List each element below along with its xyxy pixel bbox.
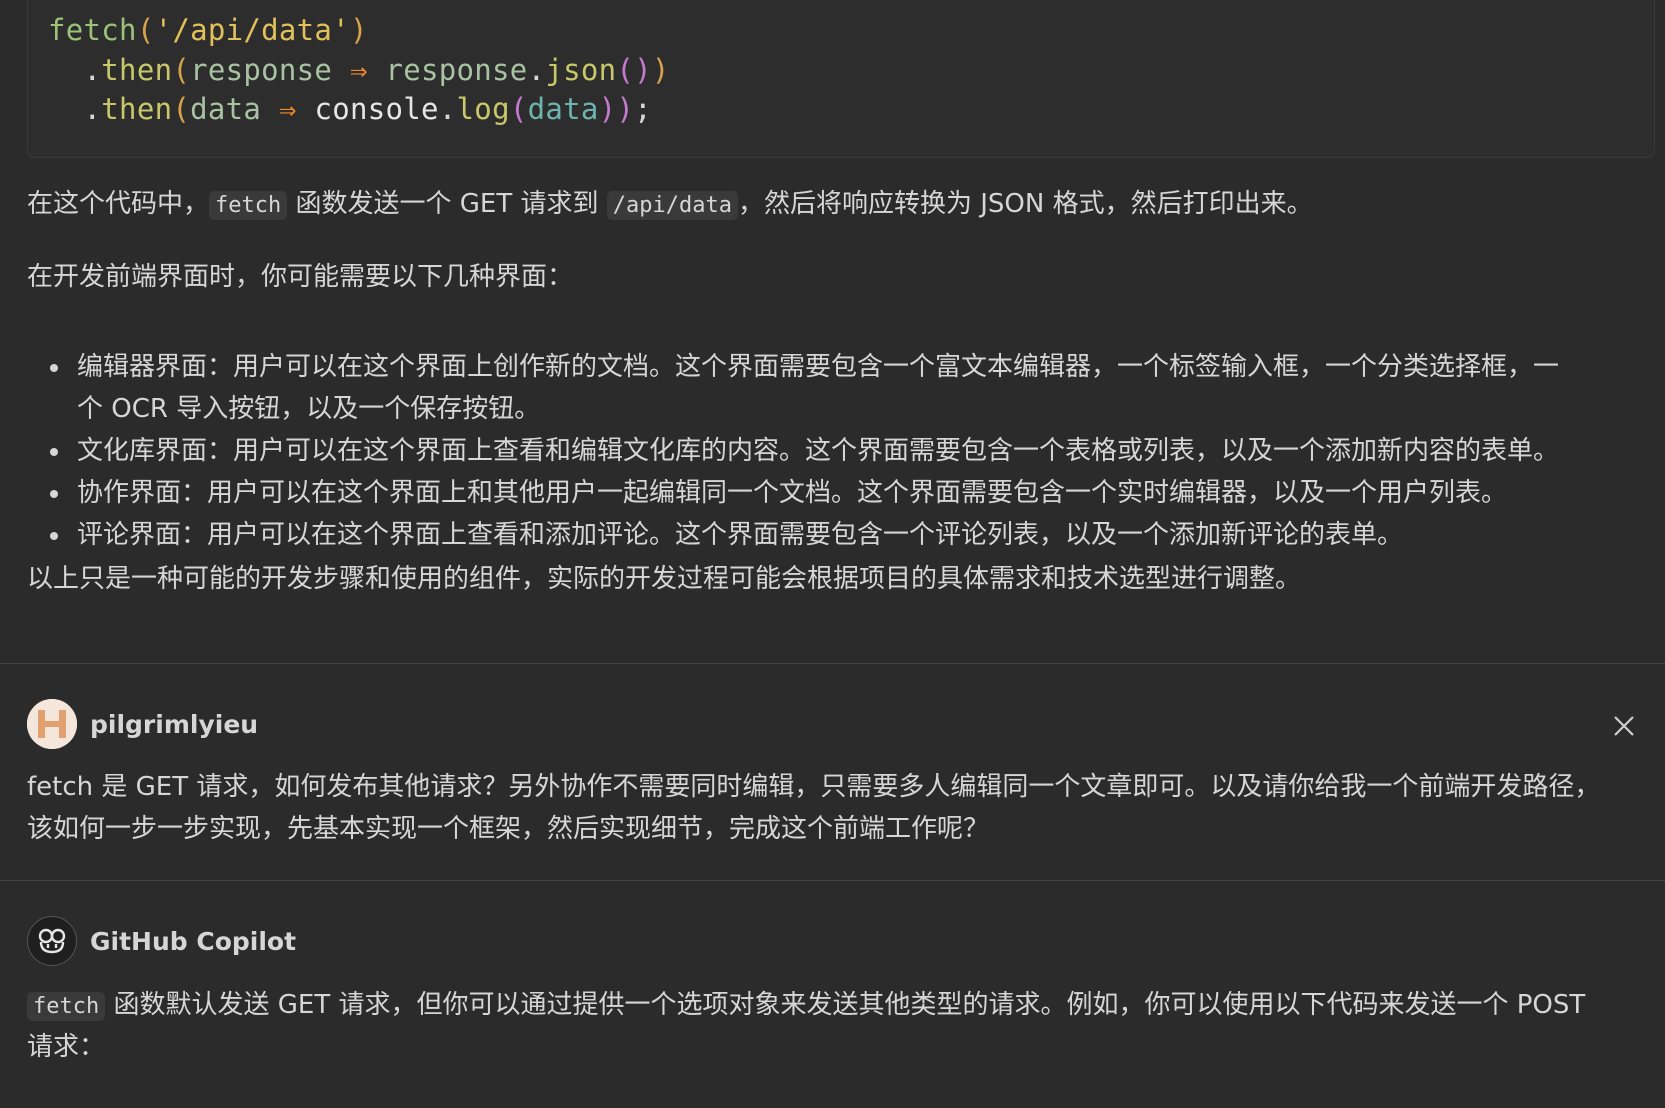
close-icon[interactable] [1611,713,1637,739]
inline-code-fetch: fetch [27,992,106,1021]
closing-paragraph: 以上只是一种可能的开发步骤和使用的组件，实际的开发过程可能会根据项目的具体需求和… [27,564,1302,594]
user-message-line-2: 该如何一步一步实现，先基本实现一个框架，然后实现细节，完成这个前端工作呢？ [27,814,990,844]
user-name: pilgrimlyieu [90,709,259,739]
interfaces-intro: 在开发前端界面时，你可能需要以下几种界面： [27,262,574,292]
interface-list: 编辑器界面：用户可以在这个界面上创作新的文档。这个界面需要包含一个富文本编辑器，… [50,346,1650,556]
user-header: pilgrimlyieu [27,699,258,749]
divider [0,663,1665,664]
code-line-2: .then(response ⇒ response.json()) [83,53,670,87]
user-avatar-icon [27,699,77,749]
list-item: 编辑器界面：用户可以在这个界面上创作新的文档。这个界面需要包含一个富文本编辑器，… [50,346,1650,430]
list-item: 文化库界面：用户可以在这个界面上查看和编辑文化库的内容。这个界面需要包含一个表格… [50,430,1650,472]
code-block: fetch('/api/data') .then(response ⇒ resp… [27,0,1655,158]
explanation-paragraph: 在这个代码中， fetch 函数发送一个 GET 请求到 /api/data ，然后… [27,189,1313,220]
copilot-icon [27,916,77,966]
bot-header: GitHub Copilot [27,916,296,966]
bot-message-line-1: fetch 函数默认发送 GET 请求，但你可以通过提供一个选项对象来发送其他类… [27,984,1585,1028]
list-item: 评论界面：用户可以在这个界面上查看和添加评论。这个界面需要包含一个评论列表，以及… [50,514,1650,556]
bot-message-line-2: 请求： [27,1032,106,1062]
code-line-3: .then(data ⇒ console.log(data)); [83,92,652,126]
bot-name: GitHub Copilot [90,926,297,956]
divider [0,880,1665,881]
code-line-1: fetch('/api/data') [48,13,368,47]
inline-code-fetch: fetch [209,191,288,220]
user-message-line-1: fetch 是 GET 请求，如何发布其他请求？另外协作不需要同时编辑，只需要多… [27,772,1601,802]
inline-code-path: /api/data [606,191,738,220]
list-item: 协作界面：用户可以在这个界面上和其他用户一起编辑同一个文档。这个界面需要包含一个… [50,472,1650,514]
